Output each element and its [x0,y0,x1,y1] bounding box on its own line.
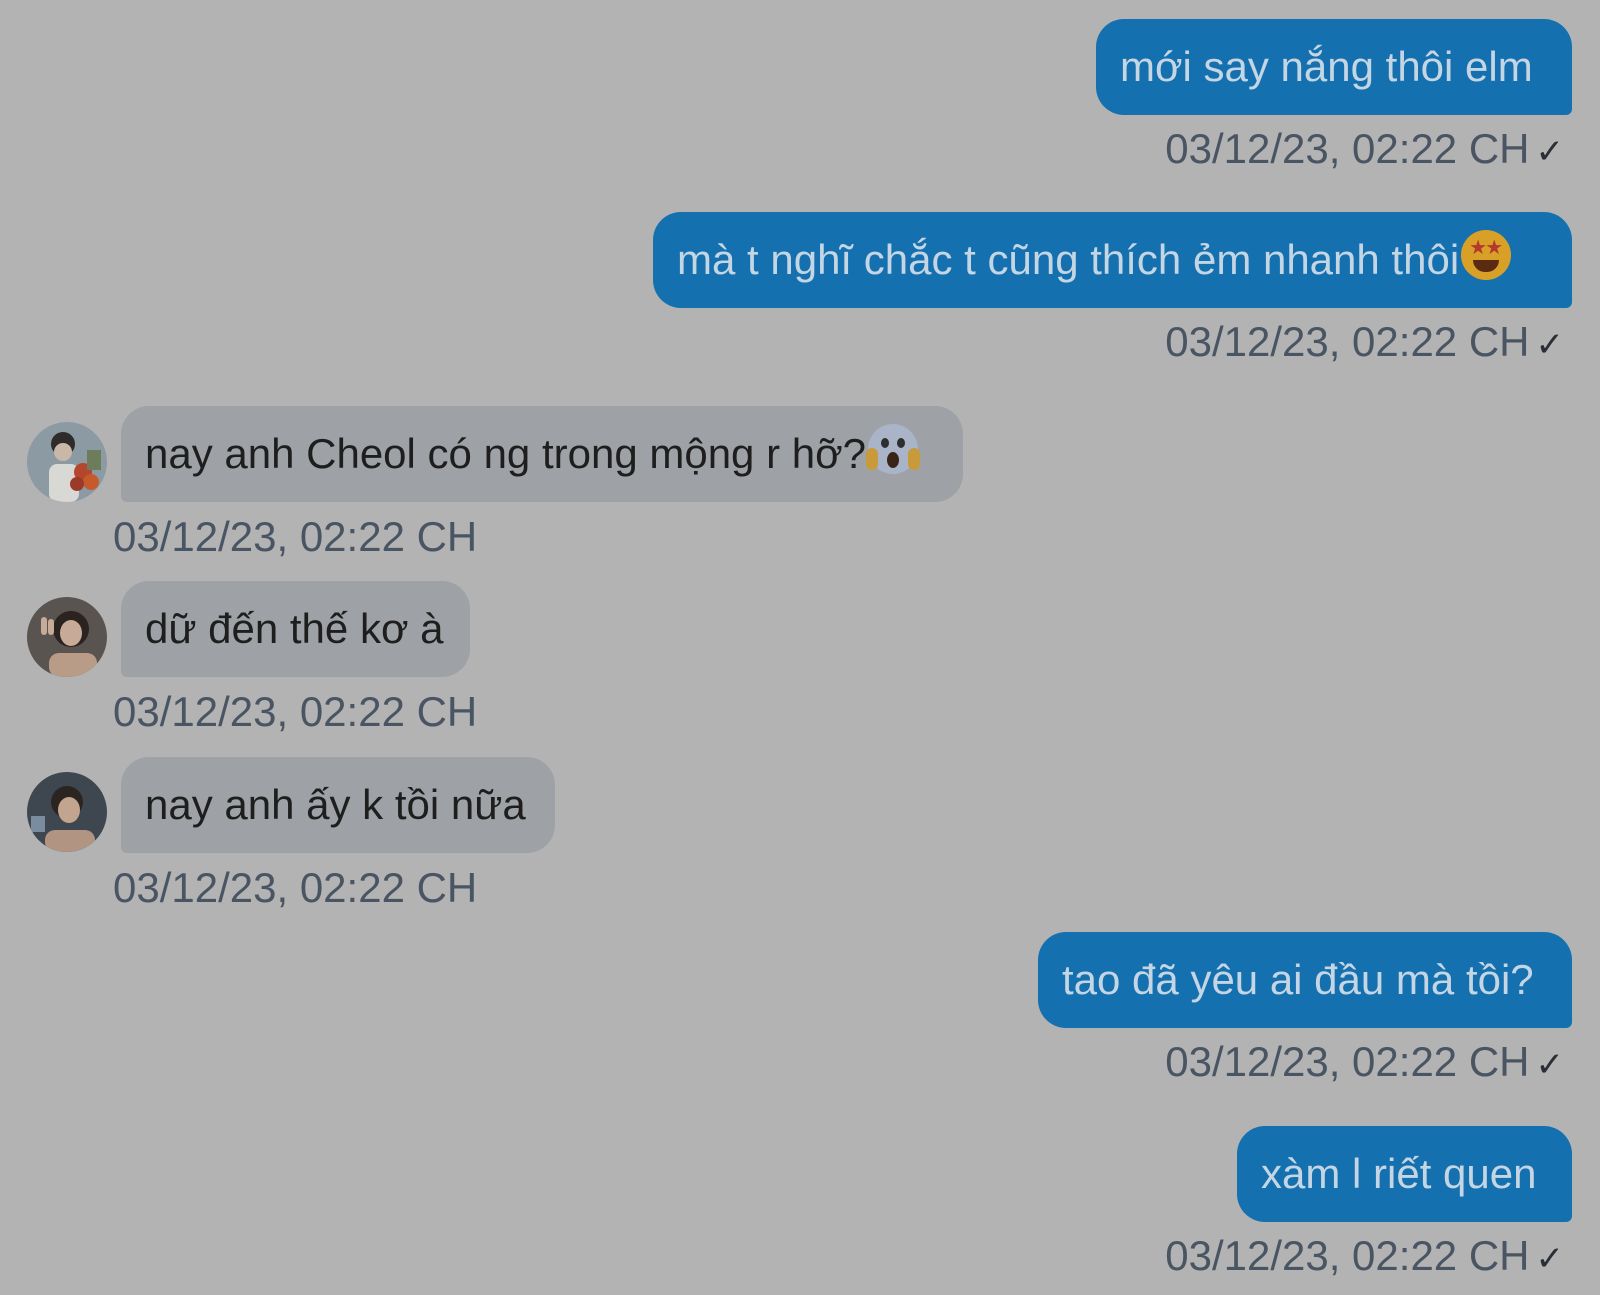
sent-check-icon: ✓ [1535,326,1565,364]
message-meta: 03/12/23, 02:22 CH ✓ [1165,124,1564,177]
sent-check-icon: ✓ [1535,1240,1565,1278]
message-bubble[interactable]: tao đã yêu ai đầu mà tồi? [1038,932,1572,1028]
message-text: nay anh Cheol có ng trong mộng r hỡ? [145,430,866,477]
message-text: dữ đến thế kơ à [145,605,444,652]
sent-check-icon: ✓ [1535,133,1565,171]
avatar[interactable] [27,422,107,502]
message-text: xàm l riết quen [1261,1150,1537,1197]
screaming-face-emoji-icon [866,424,920,474]
avatar-peace-sign-icon [27,597,107,677]
message-timestamp: 03/12/23, 02:22 CH [1165,318,1530,365]
message-timestamp: 03/12/23, 02:22 CH [1165,1232,1530,1279]
message-text: mà t nghĩ chắc t cũng thích ẻm nhanh thô… [677,236,1460,283]
message-timestamp: 03/12/23, 02:22 CH [113,513,478,560]
message-bubble[interactable]: mới say nắng thôi elm [1096,19,1572,115]
message-text: nay anh ấy k tồi nữa [145,781,526,828]
avatar-with-flowers-icon [27,422,107,502]
message-timestamp: 03/12/23, 02:22 CH [1165,1038,1530,1085]
message-timestamp: 03/12/23, 02:22 CH [113,864,478,911]
message-meta: 03/12/23, 02:22 CH ✓ [1165,317,1564,370]
message-meta: 03/12/23, 02:22 CH ✓ [1165,1037,1564,1090]
sent-check-icon: ✓ [1535,1046,1565,1084]
message-timestamp: 03/12/23, 02:22 CH [113,688,478,735]
message-meta: 03/12/23, 02:22 CH ✓ [1165,1231,1564,1284]
message-bubble[interactable]: nay anh Cheol có ng trong mộng r hỡ? [121,406,963,502]
message-bubble[interactable]: mà t nghĩ chắc t cũng thích ẻm nhanh thô… [653,212,1572,308]
avatar-man-icon [27,772,107,852]
message-timestamp: 03/12/23, 02:22 CH [1165,125,1530,172]
avatar[interactable] [27,597,107,677]
message-bubble[interactable]: xàm l riết quen [1237,1126,1572,1222]
message-text: mới say nắng thôi elm [1120,43,1533,90]
message-bubble[interactable]: dữ đến thế kơ à [121,581,470,677]
star-struck-emoji-icon [1461,230,1512,280]
message-bubble[interactable]: nay anh ấy k tồi nữa [121,757,555,853]
message-text: tao đã yêu ai đầu mà tồi? [1062,956,1534,1003]
avatar[interactable] [27,772,107,852]
